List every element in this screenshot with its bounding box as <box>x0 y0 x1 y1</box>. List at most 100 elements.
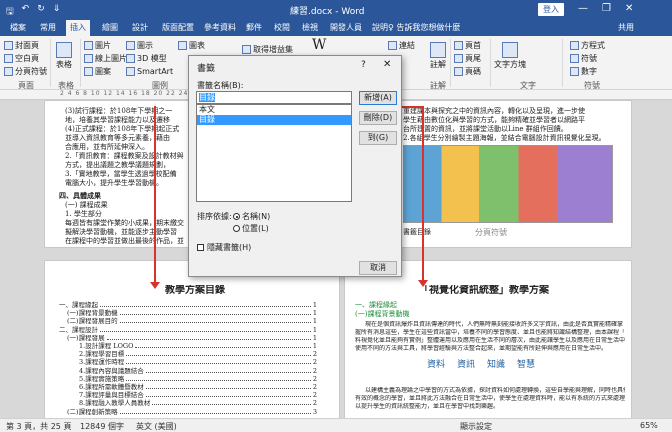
tab-view[interactable]: 檢視 <box>298 20 322 36</box>
login-button[interactable]: 登入 <box>538 3 564 16</box>
tell-me-search[interactable]: ♀ 告訴我您想做什麼 <box>388 20 460 36</box>
tab-references[interactable]: 參考資料 <box>200 20 240 36</box>
close-icon[interactable]: ✕ <box>383 59 391 70</box>
page-break-marker: 分頁符號 <box>475 228 507 237</box>
footer-button[interactable]: 頁尾 <box>454 53 481 64</box>
page-number-icon <box>454 67 463 76</box>
customize-qat-icon[interactable]: ⇓ <box>53 4 61 20</box>
close-icon[interactable]: ✕ <box>625 3 633 14</box>
tab-home[interactable]: 常用 <box>36 20 60 36</box>
toc-title: 教學方案目錄 <box>165 285 225 296</box>
shapes-button[interactable]: 圖案 <box>84 66 111 77</box>
toc-page-number: 2 <box>312 358 317 367</box>
toc-page-number: 2 <box>312 399 317 408</box>
get-addins-button[interactable]: 取得增益集 <box>242 44 293 55</box>
restore-icon[interactable]: ❐ <box>602 3 611 14</box>
toc-entry[interactable]: 2.課程學習目標 2 <box>79 350 317 358</box>
tab-review[interactable]: 校閱 <box>270 20 294 36</box>
toc-entry[interactable]: 7.課程評量與目標結合 2 <box>79 391 317 399</box>
save-icon[interactable]: 🖫 <box>6 4 14 20</box>
page-break-button[interactable]: 分頁符號 <box>4 66 47 77</box>
toc-entry-text: (二)課程發展目的 <box>67 317 118 326</box>
toc-page-number: 1 <box>312 342 317 350</box>
word-count[interactable]: 12849 個字 <box>80 421 124 432</box>
zoom-level[interactable]: 65% <box>640 421 658 430</box>
tab-mailings[interactable]: 郵件 <box>242 20 266 36</box>
minimize-icon[interactable]: — <box>578 3 588 14</box>
3d-models-button[interactable]: 3D 模型 <box>126 53 167 64</box>
toc-leader <box>106 334 311 340</box>
tab-file[interactable]: 檔案 <box>6 20 30 36</box>
status-bar: 第 3 頁，共 25 頁 12849 個字 英文 (美國) 顯示設定 65% <box>0 418 672 432</box>
body-line: (一) 課程成果 <box>65 201 108 209</box>
toc-entry[interactable]: 一、課程緣起 1 <box>59 301 317 309</box>
online-pictures-button[interactable]: 線上圖片 <box>84 53 127 64</box>
toc-entry[interactable]: 8.課程融入教學人員教材 2 <box>79 399 317 407</box>
equation-button[interactable]: 方程式 <box>570 40 605 51</box>
tab-layout[interactable]: 版面配置 <box>158 20 198 36</box>
header-button[interactable]: 頁首 <box>454 40 481 51</box>
blank-page-button[interactable]: 空白頁 <box>4 53 39 64</box>
list-item-selected[interactable]: 目錄 <box>197 115 351 125</box>
tab-design[interactable]: 設計 <box>128 20 152 36</box>
help-icon[interactable]: ? <box>361 60 366 70</box>
number-button[interactable]: 數字 <box>570 66 597 77</box>
shapes-icon <box>84 67 93 76</box>
toc-entry[interactable]: 6.課程所需軟體暨教材 2 <box>79 383 317 391</box>
redo-icon[interactable]: ↻ <box>37 4 45 20</box>
toc-entry-text: 8.課程融入教學人員教材 <box>79 399 151 408</box>
body-line: (4)正式課程：於108年下學期起正式 <box>65 125 180 133</box>
hidden-bookmarks-checkbox[interactable]: 隱藏書籤(H) <box>197 242 251 253</box>
table-button[interactable]: 表格 <box>56 42 72 70</box>
toc-page-number: 1 <box>312 333 317 342</box>
toc-entry[interactable]: (二)課程創新策略 3 <box>67 408 317 416</box>
pictures-button[interactable]: 圖片 <box>84 40 111 51</box>
focus-mode[interactable]: 顯示設定 <box>460 421 492 432</box>
toc-entry[interactable]: 5.課程實施策略 2 <box>79 375 317 383</box>
toc-entry[interactable]: 二、課程設計 1 <box>59 326 317 334</box>
toc-entry[interactable]: 4.課程內容與議題結合 2 <box>79 367 317 375</box>
toc-entry[interactable]: 3.課程運作時程 2 <box>79 358 317 366</box>
sort-by-name-radio[interactable]: 名稱(N) <box>233 211 270 222</box>
links-button[interactable]: 連結 <box>388 40 415 51</box>
list-item[interactable]: 本文 <box>197 105 351 115</box>
toc-entry-text: 4.課程內容與議題結合 <box>79 366 144 375</box>
add-button[interactable]: 新增(A) <box>359 91 397 105</box>
toc-leader <box>135 342 311 348</box>
toc-entry-text: (一)課程發展 <box>67 333 105 342</box>
undo-icon[interactable]: ↶ <box>22 4 30 20</box>
toc-entry[interactable]: (一)課程背景動機 1 <box>67 309 317 317</box>
sort-by-location-radio[interactable]: 位置(L) <box>233 223 269 234</box>
tab-draw[interactable]: 繪圖 <box>98 20 122 36</box>
tab-insert[interactable]: 插入 <box>66 20 90 36</box>
bookmark-list[interactable]: 本文 目錄 <box>196 104 352 202</box>
chart-button[interactable]: 圖表 <box>178 40 205 51</box>
share-button[interactable]: 共用 <box>618 20 634 36</box>
language[interactable]: 英文 (美國) <box>136 421 177 432</box>
cover-page-button[interactable]: 封面頁 <box>4 40 39 51</box>
cancel-button[interactable]: 取消 <box>359 261 397 275</box>
toc-entry-text: 6.課程所需軟體暨教材 <box>79 383 144 391</box>
smartart-button[interactable]: SmartArt <box>126 66 173 77</box>
link-icon <box>388 41 397 50</box>
store-icon <box>242 45 251 54</box>
toc-entry[interactable]: 1.設計課程 LOGO 1 <box>79 342 317 350</box>
wikipedia-icon[interactable]: W <box>312 38 326 52</box>
bookmark-name-input[interactable]: 目錄 <box>196 91 352 104</box>
page-number-button[interactable]: 頁碼 <box>454 66 481 77</box>
toc-page-number: 2 <box>312 374 317 383</box>
textbox-button[interactable]: 文字方塊 <box>494 42 526 70</box>
goto-button[interactable]: 到(G) <box>359 131 397 145</box>
comment-button[interactable]: 註解 <box>430 42 446 70</box>
page-count[interactable]: 第 3 頁，共 25 頁 <box>6 421 71 432</box>
toc-entry[interactable]: (一)課程發展 1 <box>67 334 317 342</box>
tab-developer[interactable]: 開發人員 <box>326 20 366 36</box>
title-bar: 🖫 ↶ ↻ ⇓ 練習.docx - Word 登入 — ❐ ✕ <box>0 0 672 20</box>
body-line: 地，培養其學習課程能力以及遷移 <box>65 116 170 124</box>
toc-page-number: 2 <box>312 391 317 400</box>
toc-page-number: 2 <box>312 383 317 391</box>
delete-button[interactable]: 刪除(D) <box>359 111 397 125</box>
toc-entry[interactable]: (二)課程發展目的 1 <box>67 317 317 325</box>
symbol-button[interactable]: 符號 <box>570 53 597 64</box>
icons-button[interactable]: 圖示 <box>126 40 153 51</box>
